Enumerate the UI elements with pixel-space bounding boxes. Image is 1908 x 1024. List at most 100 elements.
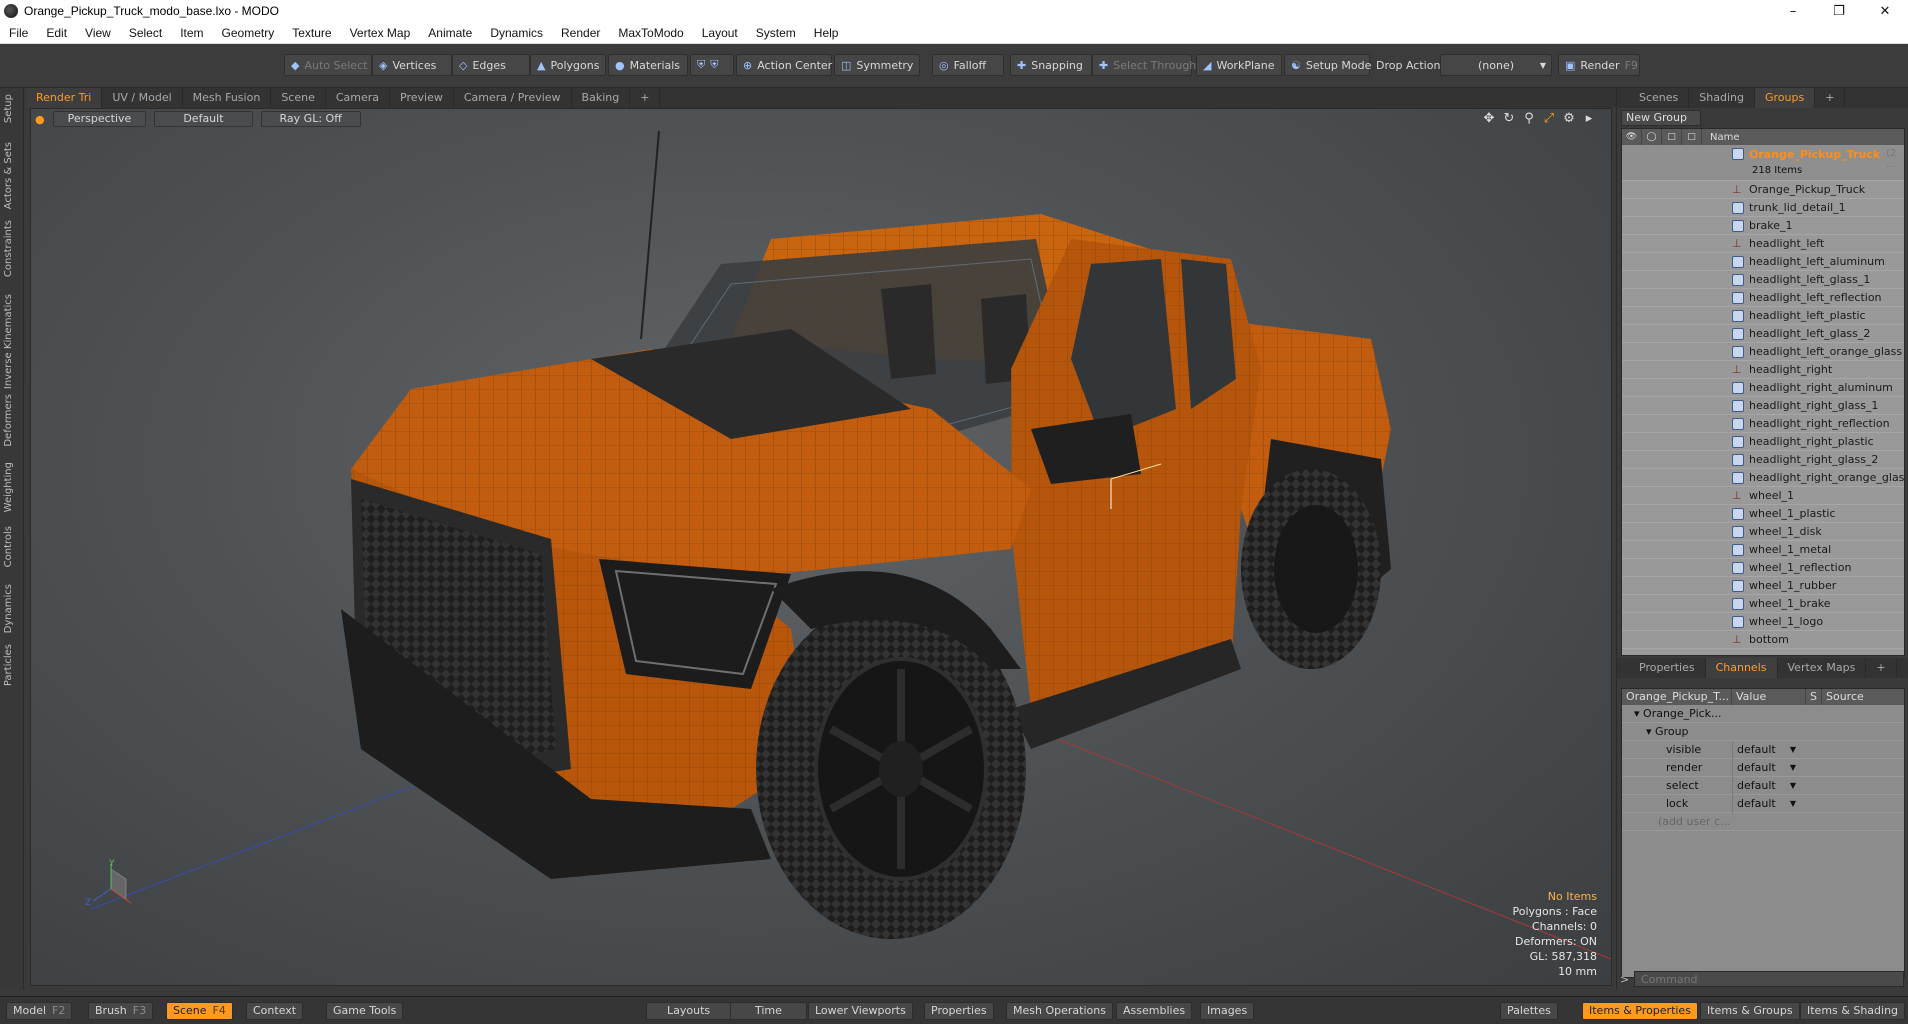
group-item-row[interactable]: wheel_1_rubber: [1622, 577, 1904, 595]
tab-dynamics[interactable]: Dynamics: [3, 584, 14, 633]
context-layout-button[interactable]: Context: [246, 1002, 304, 1020]
group-item-row[interactable]: ⊥ Orange_Pickup_Truck: [1622, 181, 1904, 199]
group-item-row[interactable]: headlight_left_plastic: [1622, 307, 1904, 325]
tab-weighting[interactable]: Weighting: [3, 462, 14, 512]
select-column-icon[interactable]: □: [1682, 129, 1702, 145]
group-item-row[interactable]: headlight_left_glass_2: [1622, 325, 1904, 343]
channel-row-render[interactable]: render default ▼: [1622, 758, 1904, 777]
tab-constraints[interactable]: Constraints: [3, 220, 14, 277]
group-item-row[interactable]: wheel_1_brake: [1622, 595, 1904, 613]
select-through-button[interactable]: ✚ Select Through: [1092, 54, 1196, 76]
gear-icon[interactable]: ⚙: [1559, 111, 1579, 126]
group-item-row[interactable]: headlight_left_orange_glass: [1622, 343, 1904, 361]
tab-deformers[interactable]: Deformers: [3, 394, 14, 447]
add-tab-button[interactable]: +: [630, 88, 661, 108]
group-item-row[interactable]: headlight_left_glass_1: [1622, 271, 1904, 289]
scene-layout-button[interactable]: Scene F4: [166, 1002, 233, 1020]
chevron-down-icon[interactable]: ▼: [1790, 759, 1796, 777]
add-user-channel-row[interactable]: (add user c...: [1622, 813, 1904, 831]
tab-camera-preview[interactable]: Camera / Preview: [454, 88, 572, 108]
menu-vertex-map[interactable]: Vertex Map: [341, 26, 420, 40]
menu-edit[interactable]: Edit: [37, 26, 76, 40]
polygons-button[interactable]: ▲ Polygons: [530, 54, 606, 76]
group-item-row[interactable]: ⊥ wheel_1: [1622, 487, 1904, 505]
command-input[interactable]: [1634, 971, 1904, 987]
game-tools-layout-button[interactable]: Game Tools: [326, 1002, 404, 1020]
tab-vertex-maps[interactable]: Vertex Maps: [1778, 658, 1867, 678]
symmetry-button[interactable]: ◫ Symmetry: [834, 54, 920, 76]
menu-layout[interactable]: Layout: [693, 26, 747, 40]
new-group-button[interactable]: New Group: [1621, 110, 1701, 126]
add-panel-tab-button[interactable]: +: [1815, 88, 1846, 108]
menu-dynamics[interactable]: Dynamics: [481, 26, 552, 40]
channel-item-row[interactable]: ▾ Orange_Pick...: [1622, 705, 1904, 723]
menu-render[interactable]: Render: [552, 26, 609, 40]
tab-scenes[interactable]: Scenes: [1629, 88, 1690, 108]
lower-viewports-button[interactable]: Lower Viewports: [808, 1002, 913, 1020]
fit-icon[interactable]: ⤢: [1539, 111, 1559, 126]
group-item-row[interactable]: wheel_1_reflection: [1622, 559, 1904, 577]
group-item-row[interactable]: ⊥ bottom: [1622, 631, 1904, 649]
lock-column-icon[interactable]: □: [1662, 129, 1682, 145]
menu-select[interactable]: Select: [120, 26, 171, 40]
channel-row-select[interactable]: select default ▼: [1622, 776, 1904, 795]
viewport-options-icon[interactable]: ●: [35, 113, 45, 126]
time-button[interactable]: Time: [730, 1002, 807, 1020]
group-item-row[interactable]: ⊥ headlight_right: [1622, 361, 1904, 379]
menu-file[interactable]: File: [0, 26, 37, 40]
items-shading-button[interactable]: Items & Shading: [1800, 1002, 1906, 1020]
menu-item[interactable]: Item: [171, 26, 212, 40]
tab-groups[interactable]: Groups: [1754, 88, 1816, 108]
channel-group-row[interactable]: ▾ Group: [1622, 723, 1904, 741]
falloff-button[interactable]: ◎ Falloff: [932, 54, 1004, 76]
menu-maxtomodo[interactable]: MaxToModo: [609, 26, 692, 40]
layouts-button[interactable]: Layouts: [646, 1002, 732, 1020]
group-item-row[interactable]: headlight_right_plastic: [1622, 433, 1904, 451]
menu-system[interactable]: System: [747, 26, 805, 40]
tab-render-tri[interactable]: Render Tri: [26, 88, 103, 108]
menu-view[interactable]: View: [76, 26, 120, 40]
group-item-row[interactable]: wheel_1_disk: [1622, 523, 1904, 541]
group-item-row[interactable]: wheel_1_logo: [1622, 613, 1904, 631]
raygl-button[interactable]: Ray GL: Off: [260, 111, 361, 127]
tab-shading[interactable]: Shading: [1689, 88, 1755, 108]
tab-mesh-fusion[interactable]: Mesh Fusion: [183, 88, 272, 108]
drop-action-select[interactable]: (none) ▼: [1440, 54, 1552, 76]
group-item-row[interactable]: headlight_right_aluminum: [1622, 379, 1904, 397]
chevron-down-icon[interactable]: ▼: [1790, 741, 1796, 759]
group-item-row[interactable]: headlight_left_aluminum: [1622, 253, 1904, 271]
menu-animate[interactable]: Animate: [419, 26, 481, 40]
tab-actors-sets[interactable]: Actors & Sets: [3, 142, 14, 209]
rotate-icon[interactable]: ↻: [1499, 111, 1519, 126]
zoom-icon[interactable]: ⚲: [1519, 111, 1539, 126]
group-item-row[interactable]: headlight_right_reflection: [1622, 415, 1904, 433]
items-properties-button[interactable]: Items & Properties: [1582, 1002, 1698, 1020]
brush-layout-button[interactable]: Brush F3: [88, 1002, 154, 1020]
auto-select-button[interactable]: ◆ Auto Select: [284, 54, 372, 76]
group-item-row[interactable]: headlight_right_orange_glass: [1622, 469, 1904, 487]
view-type-button[interactable]: Perspective: [52, 111, 147, 127]
properties-button[interactable]: Properties: [924, 1002, 994, 1020]
model-layout-button[interactable]: Model F2: [6, 1002, 73, 1020]
mesh-operations-button[interactable]: Mesh Operations: [1006, 1002, 1113, 1020]
menu-help[interactable]: Help: [805, 26, 848, 40]
group-item-row[interactable]: headlight_right_glass_1: [1622, 397, 1904, 415]
tab-inverse-kinematics[interactable]: Inverse Kinematics: [3, 294, 14, 389]
maximize-button[interactable]: ❐: [1816, 0, 1862, 22]
workplane-button[interactable]: ◢ WorkPlane: [1196, 54, 1282, 76]
visibility-column-icon[interactable]: 👁: [1622, 129, 1642, 145]
tab-setup[interactable]: Setup: [3, 94, 14, 123]
group-item-row[interactable]: trunk_lid_detail_1: [1622, 199, 1904, 217]
menu-geometry[interactable]: Geometry: [213, 26, 284, 40]
tab-controls[interactable]: Controls: [3, 526, 14, 567]
group-root-row[interactable]: Orange_Pickup_Truck (2 ... 218 Items: [1622, 145, 1904, 181]
tab-uv-model[interactable]: UV / Model: [102, 88, 183, 108]
snapping-button[interactable]: ✚ Snapping: [1010, 54, 1092, 76]
expand-icon[interactable]: ▾: [1646, 725, 1652, 738]
minimize-button[interactable]: –: [1770, 0, 1816, 22]
palettes-button[interactable]: Palettes: [1500, 1002, 1558, 1020]
pan-icon[interactable]: ✥: [1479, 111, 1499, 126]
action-center-button[interactable]: ⊕ Action Center: [736, 54, 832, 76]
close-button[interactable]: ✕: [1862, 0, 1908, 22]
vertices-button[interactable]: ◈ Vertices: [372, 54, 452, 76]
